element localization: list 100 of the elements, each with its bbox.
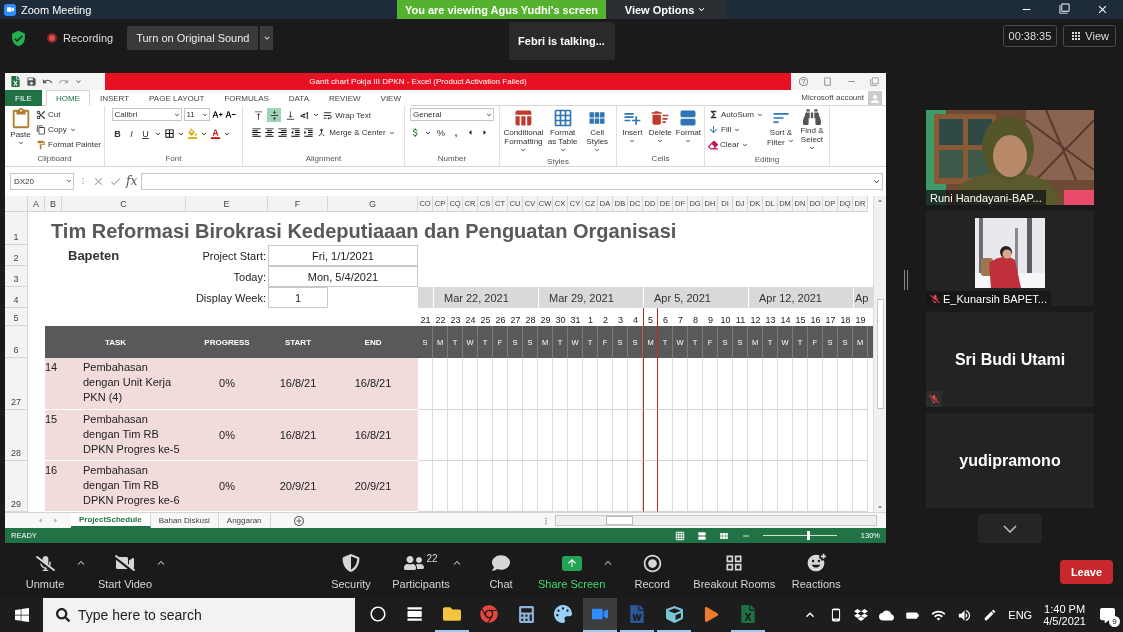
reactions-button[interactable]: Reactions — [783, 553, 850, 590]
row-number[interactable]: 2 — [5, 245, 28, 266]
paste-button[interactable]: Paste — [8, 108, 34, 154]
format-as-table-button[interactable]: Format as Table — [546, 108, 579, 157]
insert-button[interactable]: Insert — [620, 108, 645, 154]
column-header[interactable]: C — [62, 196, 186, 212]
share-button[interactable]: Share Screen — [538, 553, 606, 590]
scroll-thumb[interactable] — [876, 299, 884, 409]
caret-icon[interactable] — [65, 177, 73, 185]
ribbon-tab[interactable]: FILE — [5, 90, 42, 106]
record-button[interactable]: Record — [619, 553, 686, 590]
merge-center-button[interactable]: Merge & Center — [316, 126, 396, 139]
add-sheet-icon[interactable] — [292, 514, 305, 527]
chat-button[interactable]: Chat — [468, 553, 534, 590]
clear-button[interactable]: Clear — [708, 138, 764, 151]
caret-button[interactable] — [259, 26, 274, 50]
view-button[interactable]: View — [1063, 25, 1116, 47]
horizontal-scrollbar[interactable] — [555, 515, 877, 526]
increase-indent-icon[interactable] — [303, 127, 315, 138]
leave-button[interactable]: Leave — [1060, 559, 1113, 584]
format-button[interactable]: Format — [675, 108, 701, 154]
column-header[interactable]: E — [186, 196, 268, 212]
resize-handle[interactable] — [904, 270, 908, 290]
pen-icon[interactable] — [983, 608, 998, 622]
align-left-icon[interactable] — [251, 127, 263, 138]
clock[interactable]: 1:40 PM 4/5/2021 — [1043, 603, 1086, 627]
shrink-font-icon[interactable] — [224, 109, 236, 120]
align-center-icon[interactable] — [264, 127, 276, 138]
row-number[interactable]: 6 — [5, 326, 28, 358]
row-number[interactable]: 27 — [5, 358, 28, 410]
comma-button[interactable]: , — [450, 126, 462, 139]
bold-button[interactable]: B — [111, 127, 124, 140]
function-button[interactable]: fx — [126, 174, 138, 188]
view-options-button[interactable]: View Options — [606, 0, 727, 19]
security-button[interactable]: Security — [318, 553, 384, 590]
notifications-button[interactable]: 9 — [1097, 605, 1117, 625]
font-size-select[interactable]: 11 — [183, 108, 210, 121]
column-header[interactable]: B — [45, 196, 62, 212]
column-header[interactable]: G — [328, 196, 418, 212]
restore-icon[interactable] — [1059, 3, 1070, 14]
copy-icon — [36, 124, 47, 135]
delete-button[interactable]: Delete — [647, 108, 673, 154]
page-layout-icon[interactable] — [696, 530, 707, 541]
underline-button[interactable]: U — [139, 127, 152, 140]
save-icon[interactable] — [26, 76, 37, 87]
find-select-button[interactable]: Find & Select — [797, 108, 826, 155]
format-painter-button[interactable]: Format Painter — [36, 138, 101, 151]
volume-icon[interactable] — [957, 607, 973, 623]
shield-icon[interactable] — [10, 29, 27, 47]
row-number[interactable]: 28 — [5, 410, 28, 461]
help-icon[interactable] — [797, 76, 809, 87]
breakout-button[interactable]: Breakout Rooms — [689, 553, 780, 590]
copy-button[interactable]: Copy — [36, 123, 101, 136]
row-number[interactable]: 4 — [5, 287, 28, 308]
percent-button[interactable]: % — [435, 126, 447, 139]
vertical-scrollbar[interactable] — [873, 196, 886, 512]
conditional-formatting-button[interactable]: Conditional Formatting — [503, 108, 544, 157]
page-break-icon[interactable] — [718, 530, 729, 541]
participants-button[interactable]: 22 Participants — [388, 553, 454, 590]
search-field[interactable]: Type here to search — [43, 598, 355, 632]
zoom-slider-thumb[interactable] — [807, 531, 811, 540]
grow-font-icon[interactable] — [211, 109, 223, 120]
normal-view-icon[interactable] — [674, 530, 685, 541]
video-off-icon — [115, 553, 135, 573]
account-link[interactable]: Microsoft account — [801, 93, 868, 102]
row-number[interactable]: 3 — [5, 266, 28, 287]
borders-icon[interactable] — [163, 128, 175, 139]
cut-button[interactable]: Cut — [36, 108, 101, 121]
name-box[interactable]: DX20 — [10, 172, 74, 190]
font-color-icon[interactable] — [209, 128, 221, 139]
font-name-select[interactable]: Calibri — [111, 108, 182, 121]
decrease-indent-icon[interactable] — [290, 127, 302, 138]
middle-align-icon[interactable] — [267, 108, 282, 122]
row-number[interactable]: 29 — [5, 461, 28, 512]
ribbon-tab[interactable]: HOME — [45, 90, 90, 106]
column-header[interactable]: A — [28, 196, 45, 212]
caret-icon[interactable] — [74, 77, 83, 86]
column-header[interactable]: F — [268, 196, 328, 212]
orientation-icon[interactable] — [299, 109, 311, 121]
original-sound-button[interactable]: Turn on Original Sound — [127, 26, 259, 50]
row-number[interactable]: 5 — [5, 308, 28, 326]
close-icon[interactable] — [1096, 3, 1109, 16]
fill-button[interactable]: Fill — [708, 123, 764, 136]
formula-field[interactable] — [141, 172, 883, 190]
taskbar-app[interactable] — [583, 598, 617, 632]
cell-styles-button[interactable]: Cell Styles — [581, 108, 613, 157]
autosum-button[interactable]: AutoSum — [708, 108, 764, 121]
mic-button[interactable]: Unmute — [12, 553, 78, 590]
number-format-select[interactable]: General — [410, 108, 494, 121]
fill-color-icon[interactable] — [186, 128, 198, 139]
open-box-icon[interactable] — [854, 608, 869, 622]
video-button[interactable]: Start Video — [92, 553, 158, 590]
sort-filter-button[interactable]: Sort & Filter — [766, 108, 795, 155]
align-right-icon[interactable] — [277, 127, 289, 138]
caret-icon[interactable] — [312, 111, 321, 119]
language-indicator[interactable]: ENG — [1008, 609, 1033, 621]
wrap-text-button[interactable]: Wrap Text — [322, 108, 371, 122]
sheet-tab[interactable]: ProjectSchedule — [71, 513, 151, 528]
italic-button[interactable]: I — [125, 127, 138, 140]
row-number[interactable]: 1 — [5, 212, 28, 245]
